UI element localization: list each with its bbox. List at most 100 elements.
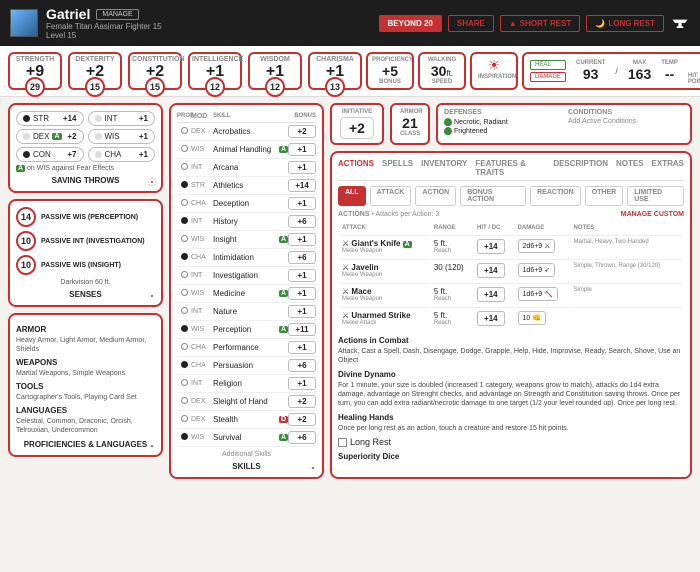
damage-box[interactable]: 1d6+9 🔨: [518, 287, 558, 301]
skill-row[interactable]: WISInsightA+1: [177, 231, 316, 249]
prof-dot: [181, 127, 188, 134]
gear-icon[interactable]: [308, 463, 318, 473]
save-chip[interactable]: STR+14: [16, 111, 84, 126]
additional-skills[interactable]: Additional Skills: [177, 451, 316, 458]
gear-icon[interactable]: [147, 177, 157, 187]
skill-row[interactable]: CHAPersuasion+6: [177, 357, 316, 375]
character-name: Gatriel: [46, 6, 90, 22]
anvil-icon[interactable]: [670, 13, 690, 33]
damage-box[interactable]: 10 👊: [518, 311, 546, 325]
heal-button[interactable]: HEAL: [530, 60, 566, 70]
damage-box[interactable]: 2d6+9 ⚔: [518, 239, 556, 253]
prof-dot: [181, 343, 188, 350]
hit-box[interactable]: +14: [477, 287, 505, 302]
char-info: Gatriel MANAGE Female Titan Aasimar Figh…: [46, 6, 162, 40]
ability-box[interactable]: CHARISMA+113: [308, 52, 362, 90]
skill-row[interactable]: WISSurvivalA+6: [177, 429, 316, 447]
inspiration-box[interactable]: ☀ INSPIRATION: [470, 52, 518, 90]
prof-dot: [181, 433, 188, 440]
actions-panel: ACTIONS SPELLS INVENTORY FEATURES & TRAITS D…: [330, 151, 692, 479]
prof-dot: [23, 133, 30, 140]
speed-box[interactable]: WALKING 30ft. SPEED: [418, 52, 466, 90]
defense-item: Necrotic, Radiant: [444, 118, 560, 126]
save-chip[interactable]: WIS+1: [88, 129, 156, 144]
header-bar: Gatriel MANAGE Female Titan Aasimar Figh…: [0, 0, 700, 46]
tab-description[interactable]: DESCRIPTION: [553, 159, 608, 177]
prof-dot: [181, 253, 188, 260]
save-chip[interactable]: CHA+1: [88, 147, 156, 162]
attack-table: ATTACK RANGE HIT / DC DAMAGE NOTES ⚔ Gia…: [338, 221, 684, 331]
save-chip[interactable]: CON+7: [16, 147, 84, 162]
skill-row[interactable]: INTReligion+1: [177, 375, 316, 393]
ability-box[interactable]: STRENGTH+929: [8, 52, 62, 90]
sun-icon: ☀: [478, 57, 510, 74]
gear-icon[interactable]: [147, 441, 157, 451]
stats-row: STRENGTH+929DEXTERITY+215CONSTITUTION+21…: [0, 46, 700, 97]
subtab-reaction[interactable]: REACTION: [530, 186, 581, 206]
subtab-limited-use[interactable]: LIMITED USE: [627, 186, 684, 206]
skill-row[interactable]: DEXSleight of Hand+2: [177, 393, 316, 411]
avatar[interactable]: [10, 9, 38, 37]
prof-dot: [181, 145, 188, 152]
long-rest-button[interactable]: 🌙 LONG REST: [586, 15, 664, 32]
subtab-attack[interactable]: ATTACK: [370, 186, 412, 206]
character-level: Level 15: [46, 31, 162, 40]
armor-class-box[interactable]: ARMOR 21 CLASS: [390, 103, 430, 145]
skill-row[interactable]: CHADeception+1: [177, 195, 316, 213]
skill-row[interactable]: DEXStealthD+2: [177, 411, 316, 429]
subtab-other[interactable]: OTHER: [585, 186, 624, 206]
ability-box[interactable]: INTELLIGENCE+112: [188, 52, 242, 90]
attack-row[interactable]: ⚔ MaceMelee Weapon5 ft.Reach+141d6+9 🔨Si…: [340, 283, 682, 305]
skill-row[interactable]: INTArcana+1: [177, 159, 316, 177]
sword-icon: ⚔: [342, 287, 349, 296]
skill-row[interactable]: INTNature+1: [177, 303, 316, 321]
attack-row[interactable]: ⚔ Giant's Knife AMelee Weapon5 ft.Reach+…: [340, 235, 682, 257]
subtab-all[interactable]: ALL: [338, 186, 366, 206]
tab-spells[interactable]: SPELLS: [382, 159, 413, 177]
ability-box[interactable]: DEXTERITY+215: [68, 52, 122, 90]
subtab-action[interactable]: ACTION: [415, 186, 456, 206]
manage-button[interactable]: MANAGE: [96, 9, 138, 20]
attack-row[interactable]: ⚔ Unarmed StrikeMelee Attack5 ft.Reach+1…: [340, 307, 682, 329]
prof-dot: [181, 307, 188, 314]
damage-box[interactable]: 1d6+9 ➶: [518, 263, 555, 277]
ability-box[interactable]: CONSTITUTION+215: [128, 52, 182, 90]
skill-row[interactable]: INTInvestigation+1: [177, 267, 316, 285]
skill-row[interactable]: WISPerceptionA+11: [177, 321, 316, 339]
prof-dot: [181, 217, 188, 224]
prof-dot: [95, 115, 102, 122]
share-button[interactable]: SHARE: [448, 15, 494, 32]
skill-row[interactable]: WISAnimal HandlingA+1: [177, 141, 316, 159]
skill-row[interactable]: WISMedicineA+1: [177, 285, 316, 303]
short-rest-button[interactable]: ▲ SHORT REST: [500, 15, 580, 32]
attack-row[interactable]: ⚔ JavelinMelee Weapon30 (120)+141d6+9 ➶S…: [340, 259, 682, 281]
ability-box[interactable]: WISDOM+112: [248, 52, 302, 90]
subtab-bonus-action[interactable]: BONUS ACTION: [460, 186, 526, 206]
add-condition[interactable]: Add Active Conditions: [568, 118, 684, 125]
skill-row[interactable]: DEXAcrobatics+2: [177, 123, 316, 141]
tab-extras[interactable]: EXTRAS: [652, 159, 684, 177]
tab-notes[interactable]: NOTES: [616, 159, 644, 177]
tab-features---traits[interactable]: FEATURES & TRAITS: [475, 159, 545, 177]
skill-row[interactable]: STRAthletics+14: [177, 177, 316, 195]
tab-actions[interactable]: ACTIONS: [338, 159, 374, 177]
skill-row[interactable]: CHAIntimidation+6: [177, 249, 316, 267]
tab-inventory[interactable]: INVENTORY: [421, 159, 467, 177]
save-chip[interactable]: DEXA+2: [16, 129, 84, 144]
skill-row[interactable]: INTHistory+6: [177, 213, 316, 231]
gear-icon[interactable]: [147, 291, 157, 301]
proficiency-box[interactable]: PROFICIENCY +5 BONUS: [366, 52, 414, 90]
manage-custom-link[interactable]: MANAGE CUSTOM: [621, 211, 684, 218]
hp-box[interactable]: HEAL DAMAGE CURRENT93 / MAX163 TEMP-- HI…: [522, 52, 700, 90]
long-rest-checkbox[interactable]: [338, 438, 347, 447]
skill-row[interactable]: CHAPerformance+1: [177, 339, 316, 357]
hit-box[interactable]: +14: [477, 239, 505, 254]
hit-box[interactable]: +14: [477, 263, 505, 278]
beyond20-button[interactable]: BEYOND 20: [379, 15, 442, 32]
damage-button[interactable]: DAMAGE: [530, 72, 566, 82]
initiative-box[interactable]: INITIATIVE +2: [330, 103, 384, 145]
hit-box[interactable]: +14: [477, 311, 505, 326]
save-chip[interactable]: INT+1: [88, 111, 156, 126]
darkvision: Darkvision 60 ft.: [16, 279, 155, 286]
prof-dot: [181, 415, 188, 422]
